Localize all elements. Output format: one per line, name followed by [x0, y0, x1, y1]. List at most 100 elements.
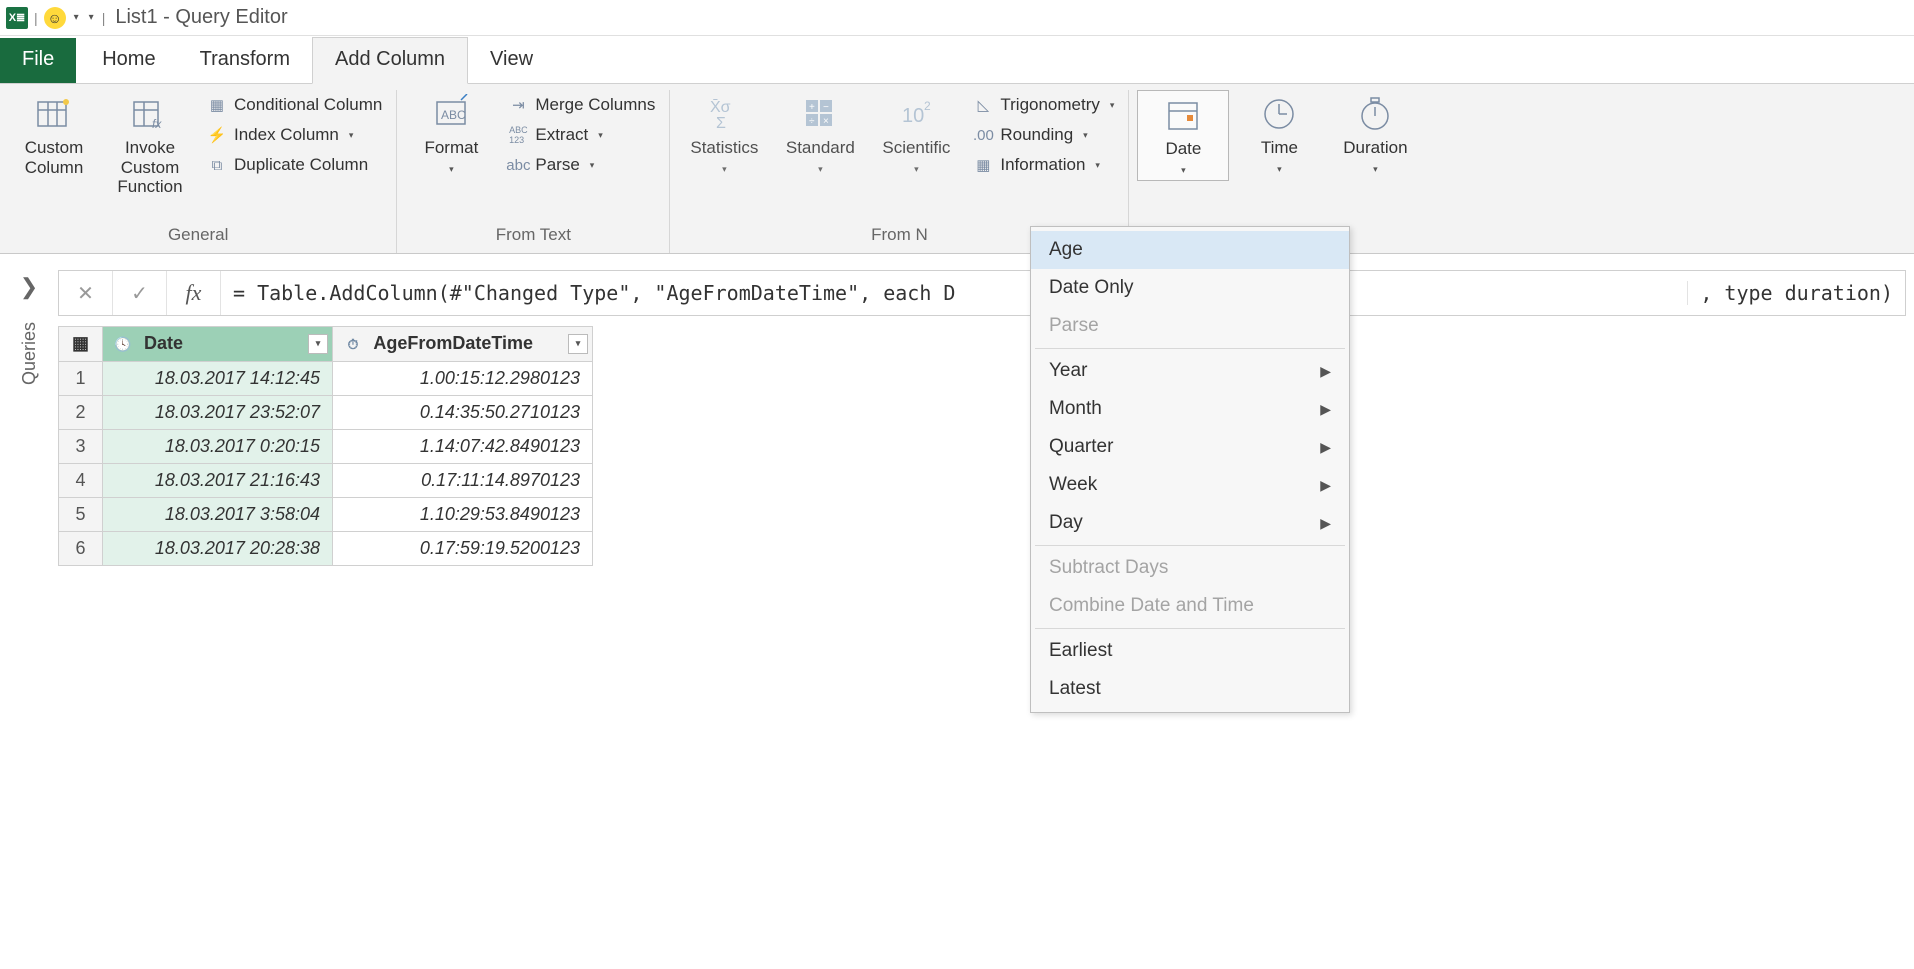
table-row[interactable]: 418.03.2017 21:16:430.17:11:14.8970123: [59, 463, 593, 497]
ribbon-group-from-text: ABC Format ▾ ⇥ Merge Columns ABC123 Extr…: [397, 90, 670, 253]
menu-item-age-label: Age: [1049, 239, 1083, 261]
menu-item-latest-label: Latest: [1049, 678, 1101, 700]
datetime-type-icon: 🕓: [113, 335, 133, 355]
date-button[interactable]: Date ▾: [1137, 90, 1229, 181]
standard-button[interactable]: +−÷× Standard ▾: [774, 90, 866, 179]
menu-item-quarter-label: Quarter: [1049, 436, 1113, 458]
date-cell[interactable]: 18.03.2017 0:20:15: [103, 429, 333, 463]
qat-customize-icon[interactable]: ▾: [87, 12, 96, 23]
menu-item-month[interactable]: Month ▶: [1031, 390, 1349, 428]
date-cell[interactable]: 18.03.2017 21:16:43: [103, 463, 333, 497]
scientific-icon: 102: [896, 94, 936, 134]
format-label: Format: [424, 138, 478, 158]
table-row[interactable]: 618.03.2017 20:28:380.17:59:19.5200123: [59, 531, 593, 565]
menu-item-age[interactable]: Age: [1031, 231, 1349, 269]
format-icon: ABC: [431, 94, 471, 134]
formula-fx-button[interactable]: fx: [167, 271, 221, 315]
smiley-icon[interactable]: ☺: [44, 7, 66, 29]
date-cell[interactable]: 18.03.2017 23:52:07: [103, 395, 333, 429]
column-header-date-label: Date: [144, 333, 183, 353]
table-corner-cell[interactable]: ▦: [59, 327, 103, 362]
age-cell[interactable]: 1.10:29:53.8490123: [333, 497, 593, 531]
ribbon-group-general: Custom Column fx Invoke Custom Function …: [0, 90, 397, 253]
information-button[interactable]: ▦ Information ▾: [966, 152, 1120, 178]
stopwatch-icon: [1355, 94, 1395, 134]
menu-item-combine: Combine Date and Time: [1031, 587, 1349, 625]
menu-item-date-only[interactable]: Date Only: [1031, 269, 1349, 307]
column-filter-button[interactable]: ▾: [568, 334, 588, 354]
ribbon-tabs: File Home Transform Add Column View: [0, 36, 1914, 84]
menu-item-date-only-label: Date Only: [1049, 277, 1133, 299]
time-button[interactable]: Time ▾: [1233, 90, 1325, 179]
table-row[interactable]: 218.03.2017 23:52:070.14:35:50.2710123: [59, 395, 593, 429]
index-column-button[interactable]: ⚡ Index Column ▾: [200, 122, 388, 148]
row-number[interactable]: 3: [59, 429, 103, 463]
format-button[interactable]: ABC Format ▾: [405, 90, 497, 179]
parse-button[interactable]: abc Parse ▾: [501, 152, 661, 178]
row-number[interactable]: 6: [59, 531, 103, 565]
queries-label[interactable]: Queries: [19, 322, 40, 385]
tab-view[interactable]: View: [468, 38, 555, 83]
qat-separator: |: [34, 10, 38, 26]
row-number[interactable]: 5: [59, 497, 103, 531]
clock-icon: [1259, 94, 1299, 134]
date-dropdown-menu: Age Date Only Parse Year▶ Month▶ Quarter…: [1030, 226, 1350, 713]
trigonometry-label: Trigonometry: [1000, 95, 1100, 115]
chevron-down-icon: ▾: [449, 164, 454, 175]
rounding-button[interactable]: .00 Rounding ▾: [966, 122, 1120, 148]
group-label-general: General: [168, 219, 228, 253]
date-cell[interactable]: 18.03.2017 14:12:45: [103, 361, 333, 395]
expand-queries-button[interactable]: ❯: [20, 274, 38, 300]
svg-text:−: −: [823, 102, 829, 113]
menu-item-quarter[interactable]: Quarter▶: [1031, 428, 1349, 466]
menu-item-year[interactable]: Year▶: [1031, 352, 1349, 390]
statistics-button[interactable]: X̄σΣ Statistics ▾: [678, 90, 770, 179]
tab-home[interactable]: Home: [80, 38, 177, 83]
qat-dropdown-icon[interactable]: ▾: [72, 12, 81, 23]
svg-text:ABC: ABC: [441, 108, 466, 122]
conditional-column-button[interactable]: ▦ Conditional Column: [200, 92, 388, 118]
formula-input[interactable]: = Table.AddColumn(#"Changed Type", "AgeF…: [221, 281, 1687, 305]
trigonometry-icon: ◺: [972, 94, 994, 116]
merge-columns-button[interactable]: ⇥ Merge Columns: [501, 92, 661, 118]
tab-file[interactable]: File: [0, 38, 76, 83]
chevron-right-icon: ▶: [1320, 401, 1331, 418]
svg-text:÷: ÷: [809, 116, 815, 127]
column-header-age[interactable]: ⏱ AgeFromDateTime ▾: [333, 327, 593, 362]
table-row[interactable]: 118.03.2017 14:12:451.00:15:12.2980123: [59, 361, 593, 395]
invoke-custom-function-button[interactable]: fx Invoke Custom Function: [104, 90, 196, 201]
trigonometry-button[interactable]: ◺ Trigonometry ▾: [966, 92, 1120, 118]
duration-button[interactable]: Duration ▾: [1329, 90, 1421, 179]
menu-item-earliest[interactable]: Earliest: [1031, 632, 1349, 670]
column-filter-button[interactable]: ▾: [308, 334, 328, 354]
row-number[interactable]: 4: [59, 463, 103, 497]
menu-item-week[interactable]: Week▶: [1031, 466, 1349, 504]
menu-item-month-label: Month: [1049, 398, 1102, 420]
formula-cancel-button[interactable]: ✕: [59, 271, 113, 315]
menu-item-latest[interactable]: Latest: [1031, 670, 1349, 708]
age-cell[interactable]: 1.14:07:42.8490123: [333, 429, 593, 463]
date-cell[interactable]: 18.03.2017 3:58:04: [103, 497, 333, 531]
standard-label: Standard: [786, 138, 855, 158]
svg-text:×: ×: [823, 116, 829, 127]
scientific-button[interactable]: 102 Scientific ▾: [870, 90, 962, 179]
formula-accept-button[interactable]: ✓: [113, 271, 167, 315]
extract-button[interactable]: ABC123 Extract ▾: [501, 122, 661, 148]
age-cell[interactable]: 0.14:35:50.2710123: [333, 395, 593, 429]
table-row[interactable]: 318.03.2017 0:20:151.14:07:42.8490123: [59, 429, 593, 463]
duplicate-column-button[interactable]: ⧉ Duplicate Column: [200, 152, 388, 178]
tab-add-column[interactable]: Add Column: [312, 37, 468, 84]
column-header-date[interactable]: 🕓 Date ▾: [103, 327, 333, 362]
age-cell[interactable]: 1.00:15:12.2980123: [333, 361, 593, 395]
menu-item-day[interactable]: Day▶: [1031, 504, 1349, 542]
tab-transform[interactable]: Transform: [178, 38, 312, 83]
formula-input-right[interactable]: , type duration): [1687, 281, 1905, 305]
date-cell[interactable]: 18.03.2017 20:28:38: [103, 531, 333, 565]
custom-column-button[interactable]: Custom Column: [8, 90, 100, 181]
information-icon: ▦: [972, 154, 994, 176]
age-cell[interactable]: 0.17:59:19.5200123: [333, 531, 593, 565]
row-number[interactable]: 1: [59, 361, 103, 395]
age-cell[interactable]: 0.17:11:14.8970123: [333, 463, 593, 497]
table-row[interactable]: 518.03.2017 3:58:041.10:29:53.8490123: [59, 497, 593, 531]
row-number[interactable]: 2: [59, 395, 103, 429]
